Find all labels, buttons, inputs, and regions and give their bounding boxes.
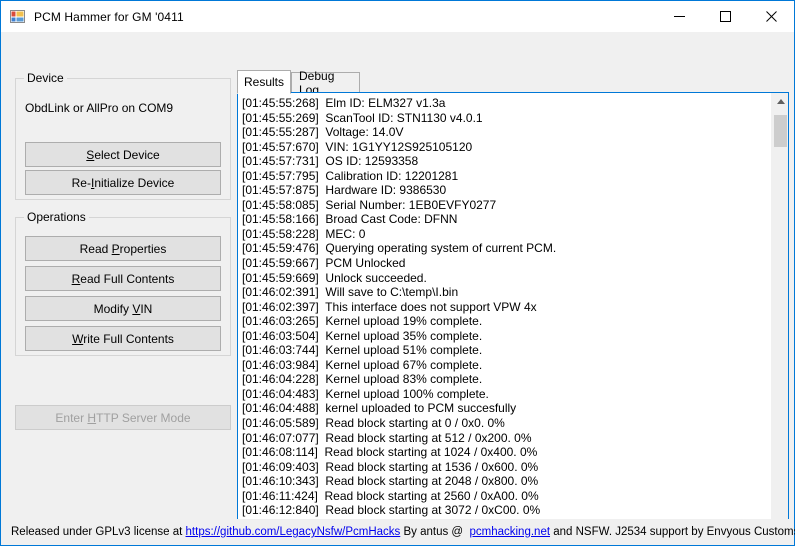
log-line: [01:45:57:731] OS ID: 12593358 [242, 154, 771, 169]
github-link[interactable]: https://github.com/LegacyNsfw/PcmHacks [186, 526, 401, 538]
write-full-contents-button[interactable]: Write Full Contents [25, 326, 221, 351]
log-line: [01:46:04:488] kernel uploaded to PCM su… [242, 401, 771, 416]
re-initialize-device-button[interactable]: Re-Initialize Device [25, 170, 221, 195]
status-text-part3: and NSFW. J2534 support by Envyous Custo… [550, 526, 795, 538]
operations-group-title: Operations [24, 210, 89, 224]
log-line: [01:45:59:476] Querying operating system… [242, 241, 771, 256]
results-log-text[interactable]: [01:45:55:268] Elm ID: ELM327 v1.3a[01:4… [238, 93, 771, 543]
tab-debug-log[interactable]: Debug Log [291, 72, 360, 93]
tab-results[interactable]: Results [237, 70, 291, 94]
close-button[interactable] [748, 1, 794, 32]
log-line: [01:45:58:166] Broad Cast Code: DFNN [242, 212, 771, 227]
select-device-button[interactable]: Select Device [25, 142, 221, 167]
log-line: [01:46:05:589] Read block starting at 0 … [242, 416, 771, 431]
log-line: [01:45:55:269] ScanTool ID: STN1130 v4.0… [242, 111, 771, 126]
log-line: [01:46:09:403] Read block starting at 15… [242, 460, 771, 475]
modify-vin-button[interactable]: Modify VIN [25, 296, 221, 321]
log-line: [01:46:03:744] Kernel upload 51% complet… [242, 343, 771, 358]
minimize-button[interactable] [656, 1, 702, 32]
log-line: [01:45:57:875] Hardware ID: 9386530 [242, 183, 771, 198]
log-line: [01:45:59:667] PCM Unlocked [242, 256, 771, 271]
log-line: [01:46:11:424] Read block starting at 25… [242, 489, 771, 504]
title-bar: PCM Hammer for GM '0411 [1, 1, 794, 32]
scroll-up-arrow-icon[interactable] [772, 93, 789, 110]
log-line: [01:46:04:228] Kernel upload 83% complet… [242, 372, 771, 387]
tab-strip: Results Debug Log [237, 70, 789, 93]
status-bar: Released under GPLv3 license at https://… [1, 519, 794, 545]
log-line: [01:45:58:228] MEC: 0 [242, 227, 771, 242]
log-line: [01:45:58:085] Serial Number: 1EB0EVFY02… [242, 198, 771, 213]
pcmhacking-link[interactable]: pcmhacking.net [469, 526, 550, 538]
log-line: [01:46:03:265] Kernel upload 19% complet… [242, 314, 771, 329]
log-line: [01:46:10:343] Read block starting at 20… [242, 474, 771, 489]
maximize-button[interactable] [702, 1, 748, 32]
log-line: [01:46:03:984] Kernel upload 67% complet… [242, 358, 771, 373]
log-line: [01:46:07:077] Read block starting at 51… [242, 431, 771, 446]
status-text-part1: Released under GPLv3 license at [11, 526, 186, 538]
device-group-title: Device [24, 71, 67, 85]
tab-results-label: Results [244, 75, 284, 89]
log-line: [01:45:55:287] Voltage: 14.0V [242, 125, 771, 140]
scrollbar-thumb[interactable] [774, 115, 787, 147]
enter-http-server-mode-button[interactable]: Enter HTTP Server Mode [15, 405, 231, 430]
window-title: PCM Hammer for GM '0411 [34, 10, 184, 24]
main-content: Device ObdLink or AllPro on COM9 Select … [1, 32, 794, 545]
log-line: [01:45:57:795] Calibration ID: 12201281 [242, 169, 771, 184]
log-line: [01:45:59:669] Unlock succeeded. [242, 271, 771, 286]
log-line: [01:46:02:391] Will save to C:\temp\I.bi… [242, 285, 771, 300]
device-status-label: ObdLink or AllPro on COM9 [25, 101, 173, 115]
results-log-panel[interactable]: [01:45:55:268] Elm ID: ELM327 v1.3a[01:4… [237, 92, 789, 544]
log-line: [01:46:08:114] Read block starting at 10… [242, 445, 771, 460]
log-line: [01:45:57:670] VIN: 1G1YY12S925105120 [242, 140, 771, 155]
log-scrollbar[interactable] [771, 93, 788, 543]
log-line: [01:46:04:483] Kernel upload 100% comple… [242, 387, 771, 402]
application-window: PCM Hammer for GM '0411 Device ObdLink o… [0, 0, 795, 546]
status-text-part2: By antus @ [400, 526, 469, 538]
read-properties-button[interactable]: Read Properties [25, 236, 221, 261]
read-full-contents-button[interactable]: Read Full Contents [25, 266, 221, 291]
log-line: [01:46:02:397] This interface does not s… [242, 300, 771, 315]
log-line: [01:46:12:840] Read block starting at 30… [242, 503, 771, 518]
window-controls [656, 1, 794, 32]
app-window-icon [10, 9, 26, 25]
log-line: [01:45:55:268] Elm ID: ELM327 v1.3a [242, 96, 771, 111]
log-line: [01:46:03:504] Kernel upload 35% complet… [242, 329, 771, 344]
